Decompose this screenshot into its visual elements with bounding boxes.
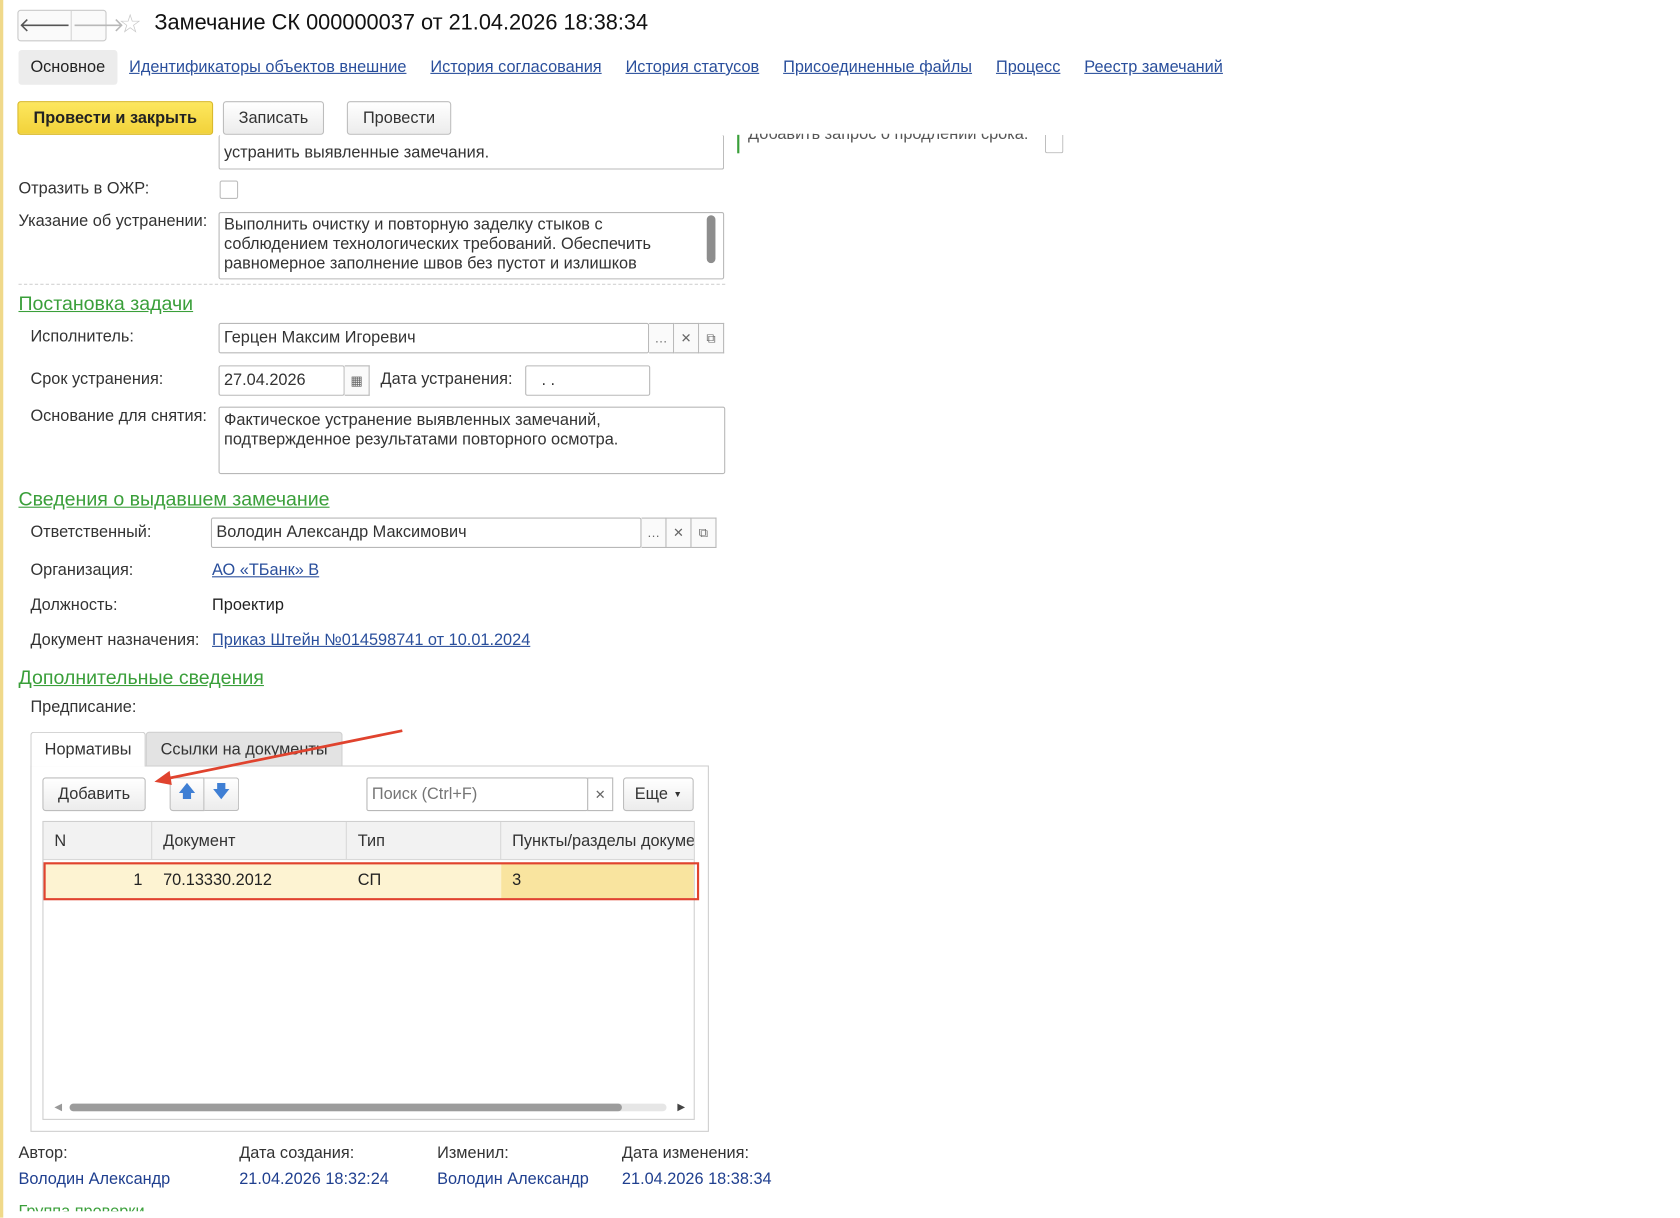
extension-request-checkbox[interactable] bbox=[1044, 134, 1064, 154]
changed-date-label: Дата изменения: bbox=[621, 1143, 750, 1163]
tab-attached-files[interactable]: Присоединенные файлы bbox=[771, 50, 984, 85]
tab-process[interactable]: Процесс bbox=[984, 50, 1072, 85]
created-label: Дата создания: bbox=[239, 1143, 355, 1163]
highlight-box-annotation bbox=[43, 862, 700, 901]
changed-by-label: Изменил: bbox=[437, 1143, 509, 1163]
tab-remarks-registry[interactable]: Реестр замечаний bbox=[1072, 50, 1235, 85]
extension-request-text: Добавить запрос о продлении срока: bbox=[748, 133, 1029, 144]
column-header-type[interactable]: Тип bbox=[347, 821, 502, 859]
created-value: 21.04.2026 18:32:24 bbox=[239, 1169, 389, 1189]
table-header: N Документ Тип Пункты/разделы докуме bbox=[43, 821, 694, 861]
scroll-right-icon[interactable]: ▶ bbox=[677, 1101, 685, 1113]
changed-date-value: 21.04.2026 18:38:34 bbox=[621, 1169, 772, 1189]
scroll-left-icon[interactable]: ◀ bbox=[54, 1101, 62, 1113]
column-header-sections[interactable]: Пункты/разделы докуме bbox=[501, 822, 694, 859]
annotation-arrow-icon bbox=[154, 729, 403, 786]
changed-by-value[interactable]: Володин Александр bbox=[437, 1170, 589, 1188]
check-group-title: Группа проверки bbox=[18, 1203, 144, 1212]
horizontal-scroll-thumb[interactable] bbox=[69, 1103, 622, 1112]
author-value[interactable]: Володин Александр bbox=[18, 1170, 170, 1188]
check-group-section-cut[interactable]: Группа проверки bbox=[18, 1203, 144, 1212]
author-label: Автор: bbox=[18, 1143, 68, 1163]
extension-request-label: Добавить запрос о продлении срока: bbox=[748, 134, 1028, 148]
column-header-document[interactable]: Документ bbox=[152, 821, 347, 859]
column-header-n[interactable]: N bbox=[43, 821, 153, 859]
